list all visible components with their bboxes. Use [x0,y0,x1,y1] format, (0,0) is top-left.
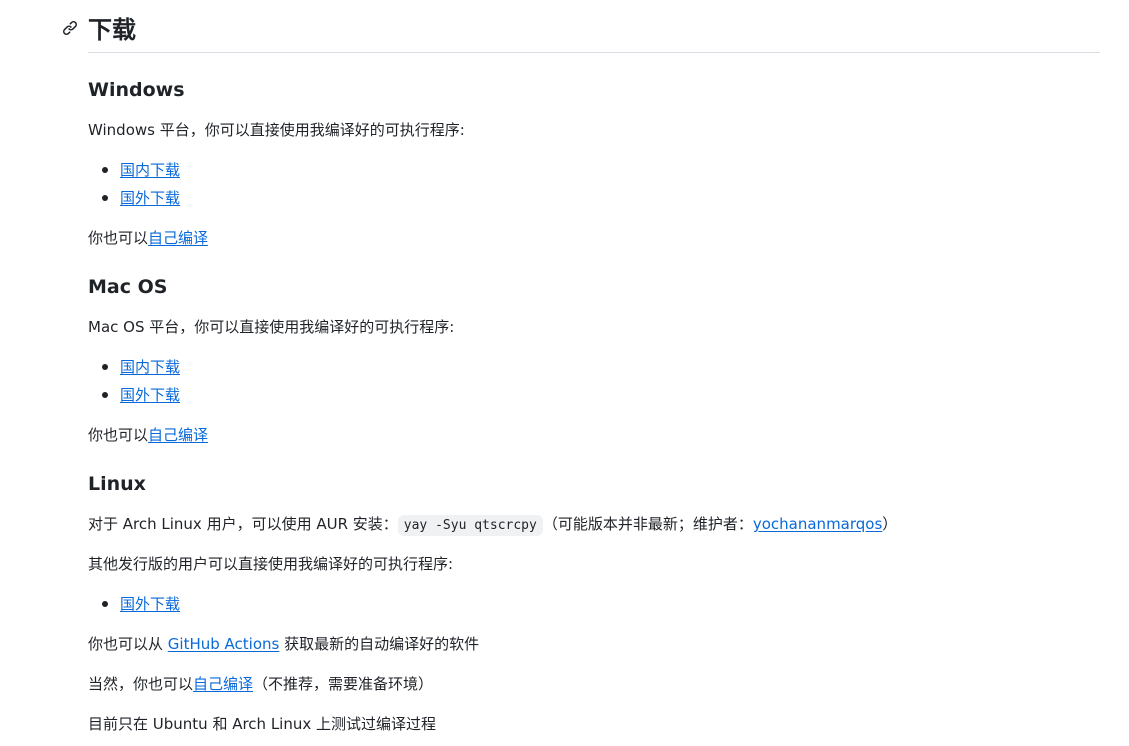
linux-aur-note: 对于 Arch Linux 用户，可以使用 AUR 安装： yay -Syu qt… [88,512,897,538]
windows-domestic-download-link[interactable]: 国内下载 [120,161,180,179]
list-item: 国外下载 [88,381,180,409]
list-item: 国内下载 [88,156,180,184]
linux-build-link[interactable]: 自己编译 [193,675,253,693]
windows-download-list: 国内下载 国外下载 [88,156,180,212]
macos-build-link[interactable]: 自己编译 [148,426,208,444]
aur-prefix: 对于 Arch Linux 用户，可以使用 AUR 安装： [88,515,398,533]
linux-overseas-download-link[interactable]: 国外下载 [120,595,180,613]
list-item: 国内下载 [88,353,180,381]
linux-actions-note: 你也可以从 GitHub Actions 获取最新的自动编译好的软件 [88,632,479,656]
macos-intro: Mac OS 平台，你可以直接使用我编译好的可执行程序: [88,318,455,336]
macos-heading: Mac OS [88,276,168,298]
page-title: 下载 [88,16,136,44]
actions-suffix: 获取最新的自动编译好的软件 [279,635,480,653]
link-icon[interactable] [62,20,78,36]
linux-heading: Linux [88,473,146,495]
windows-overseas-download-link[interactable]: 国外下载 [120,189,180,207]
list-item: 国外下载 [88,590,180,618]
aur-note-prefix: （可能版本并非最新；维护者： [542,515,753,533]
macos-download-list: 国内下载 国外下载 [88,353,180,409]
windows-heading: Windows [88,79,185,101]
macos-build-prefix: 你也可以 [88,426,149,444]
list-item: 国外下载 [88,184,180,212]
macos-overseas-download-link[interactable]: 国外下载 [120,386,180,404]
aur-note-suffix: ） [882,515,898,533]
windows-build-prefix: 你也可以 [88,229,149,247]
markdown-body: 下载 Windows Windows 平台，你可以直接使用我编译好的可执行程序:… [62,0,1100,733]
aur-command: yay -Syu qtscrcpy [397,515,543,536]
actions-prefix: 你也可以从 [88,635,168,653]
windows-build-link[interactable]: 自己编译 [148,229,208,247]
macos-build-note: 你也可以自己编译 [88,423,208,447]
maintainer-link[interactable]: yochananmarqos [753,515,882,533]
linux-build-prefix: 当然，你也可以 [88,675,194,693]
linux-other-intro: 其他发行版的用户可以直接使用我编译好的可执行程序: [88,555,454,573]
windows-build-note: 你也可以自己编译 [88,226,208,250]
linux-tested-note: 目前只在 Ubuntu 和 Arch Linux 上测试过编译过程 [88,715,437,733]
linux-build-note: 当然，你也可以自己编译（不推荐，需要准备环境） [88,672,433,696]
windows-intro: Windows 平台，你可以直接使用我编译好的可执行程序: [88,121,465,139]
download-heading-section: 下载 [62,0,1100,53]
github-actions-link[interactable]: GitHub Actions [168,635,280,653]
linux-download-list: 国外下载 [88,590,180,618]
macos-domestic-download-link[interactable]: 国内下载 [120,358,180,376]
linux-build-suffix: （不推荐，需要准备环境） [253,675,434,693]
